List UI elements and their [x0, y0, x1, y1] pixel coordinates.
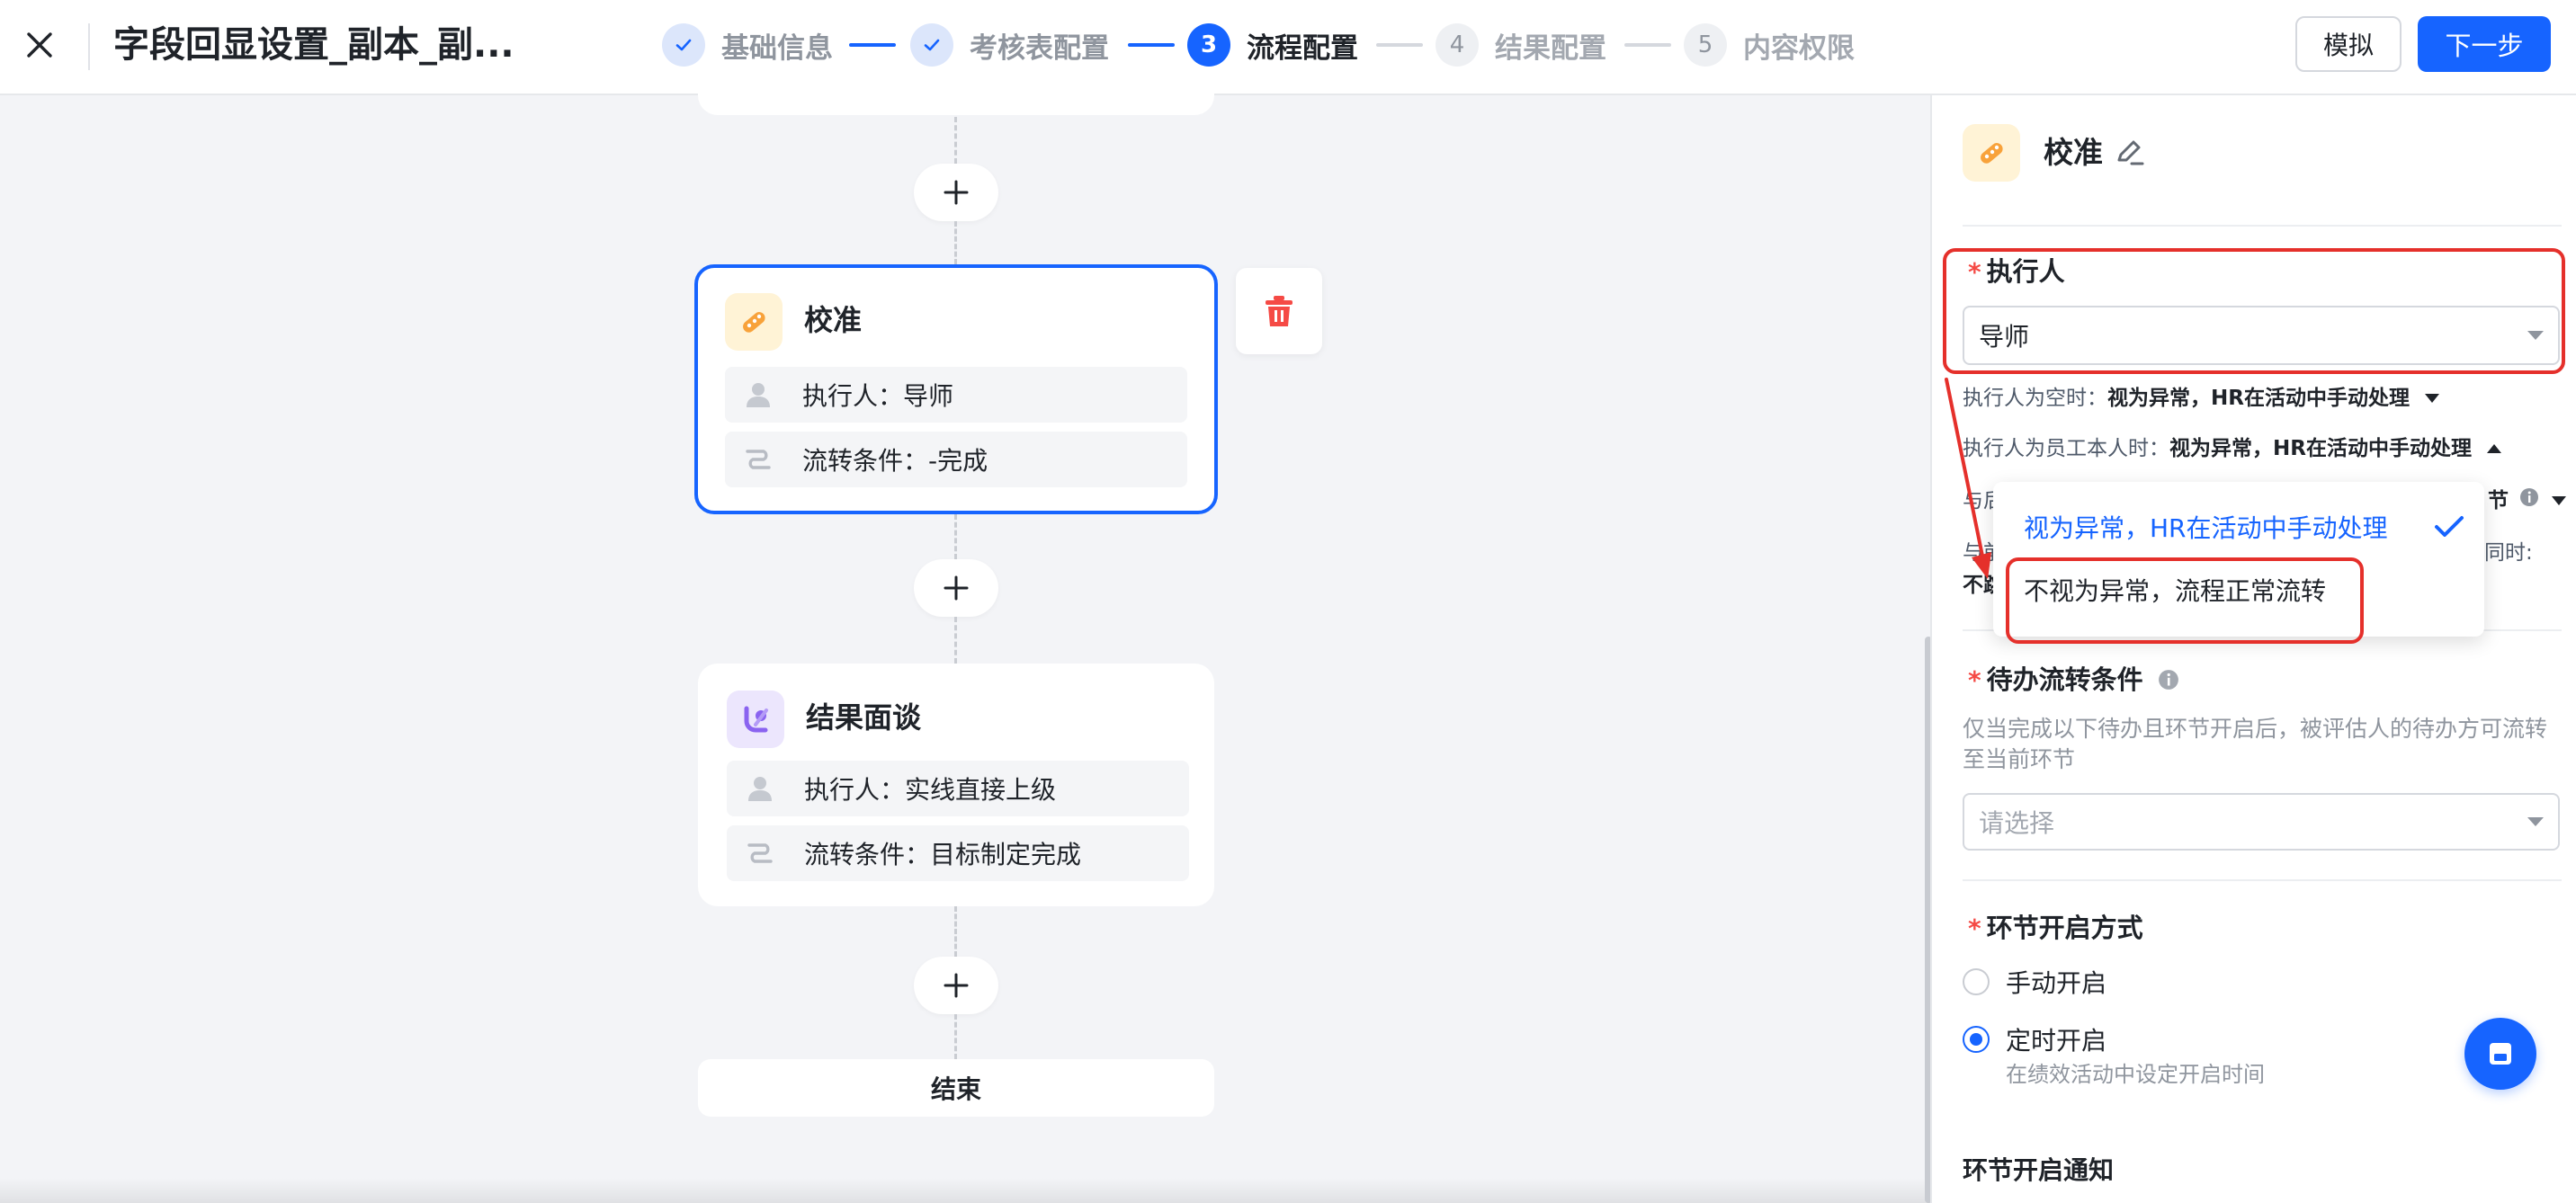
- close-button[interactable]: [20, 22, 59, 68]
- step-number: 3: [1187, 23, 1230, 67]
- node-condition-row: 流转条件：-完成: [725, 432, 1187, 487]
- check-icon: [910, 23, 953, 67]
- step-label: 考核表配置: [970, 31, 1109, 65]
- caret-down-icon: [2425, 394, 2440, 403]
- header-divider: [88, 23, 90, 70]
- step-connector: [1376, 43, 1423, 47]
- step-scoresheet-config[interactable]: 考核表配置: [910, 20, 1109, 70]
- plus-icon: [944, 973, 969, 998]
- flow-condition-icon: [743, 444, 774, 475]
- flow-line: [954, 906, 957, 957]
- step-number: 4: [1436, 23, 1479, 67]
- self-executor-setting[interactable]: 执行人为员工本人时：视为异常，HR在活动中手动处理: [1963, 433, 2503, 464]
- step-label: 内容权限: [1743, 31, 1855, 65]
- step-connector: [849, 43, 896, 47]
- self-executor-value: 视为异常，HR在活动中手动处理: [2169, 437, 2472, 460]
- node-condition-text: 流转条件：目标制定完成: [804, 840, 1082, 869]
- step-basic-info[interactable]: 基础信息: [662, 20, 833, 70]
- info-icon: [2520, 488, 2539, 506]
- node-condition-text: 流转条件：-完成: [802, 446, 988, 476]
- add-node-button[interactable]: [914, 164, 998, 221]
- next-step-button[interactable]: 下一步: [2418, 16, 2551, 72]
- node-executor-row: 执行人：导师: [725, 367, 1187, 423]
- flow-node-result-interview[interactable]: 结果面谈 执行人：实线直接上级 流转条件：目标制定完成: [698, 664, 1214, 906]
- trash-icon: [1266, 296, 1292, 326]
- plus-icon: [944, 180, 969, 205]
- radio-scheduled-open[interactable]: 定时开启: [1963, 1021, 2322, 1057]
- node-title: 校准: [804, 303, 863, 337]
- flow-condition-icon: [745, 838, 775, 869]
- pending-condition-select[interactable]: 请选择: [1963, 793, 2560, 851]
- empty-executor-setting[interactable]: 执行人为空时：视为异常，HR在活动中手动处理: [1963, 383, 2441, 414]
- option-label: 视为异常，HR在活动中手动处理: [2024, 513, 2388, 543]
- annotation-highlight-executor: [1943, 248, 2565, 374]
- open-notify-label: 环节开启通知: [1963, 1155, 2115, 1185]
- node-executor-text: 执行人：导师: [802, 381, 954, 411]
- node-executor-row: 执行人：实线直接上级: [727, 761, 1189, 816]
- radio-label: 手动开启: [2006, 968, 2107, 998]
- radio-manual-open[interactable]: 手动开启: [1963, 964, 2322, 1000]
- chevron-down-icon: [2527, 817, 2544, 826]
- info-icon: [2158, 670, 2178, 690]
- step-process-config[interactable]: 3 流程配置: [1187, 20, 1358, 70]
- add-node-button[interactable]: [914, 559, 998, 617]
- end-node: 结束: [698, 1059, 1214, 1117]
- flow-line: [954, 1014, 957, 1059]
- open-mode-label: * 环节开启方式: [1968, 913, 2143, 943]
- panel-node-title: 校准: [2044, 135, 2103, 170]
- step-content-permission[interactable]: 5 内容权限: [1684, 20, 1855, 70]
- top-header: 字段回显设置_副本_副... 基础信息 考核表配置 3 流程配置 4 结果配置 …: [0, 0, 2576, 95]
- check-icon: [2435, 516, 2464, 537]
- calibration-icon: [1963, 124, 2020, 182]
- delete-node-button[interactable]: [1236, 268, 1322, 354]
- panel-divider: [1963, 879, 2562, 881]
- page-title: 字段回显设置_副本_副...: [113, 24, 514, 66]
- person-icon: [745, 773, 775, 804]
- annotation-arrow: [1945, 378, 1991, 579]
- flow-line: [954, 514, 957, 559]
- flow-node-calibration[interactable]: 校准 执行人：导师 流转条件：-完成: [694, 264, 1218, 514]
- radio-button[interactable]: [1963, 968, 1990, 995]
- node-title: 结果面谈: [806, 700, 922, 735]
- check-icon: [662, 23, 705, 67]
- radio-button[interactable]: [1963, 1026, 1990, 1053]
- step-number: 5: [1684, 23, 1727, 67]
- caret-down-icon: [2552, 496, 2567, 505]
- add-node-button[interactable]: [914, 957, 998, 1014]
- pending-condition-description: 仅当完成以下待办且环节开启后，被评估人的待办方可流转至当前环节: [1963, 716, 2548, 772]
- simulate-button[interactable]: 模拟: [2295, 16, 2402, 72]
- caret-up-icon: [2487, 444, 2502, 453]
- flow-line: [954, 617, 957, 664]
- save-icon: [2490, 1043, 2511, 1065]
- step-connector: [1128, 43, 1175, 47]
- step-connector: [1624, 43, 1671, 47]
- pending-condition-label: * 待办流转条件: [1968, 662, 2179, 699]
- interview-icon: [727, 691, 784, 748]
- flow-line: [954, 221, 957, 264]
- edit-icon: [2117, 140, 2144, 165]
- hidden-setting-value[interactable]: 节: [2488, 486, 2568, 516]
- empty-executor-value: 视为异常，HR在活动中手动处理: [2107, 387, 2410, 410]
- calibration-icon: [725, 293, 783, 351]
- floating-save-button[interactable]: [2464, 1018, 2536, 1090]
- node-executor-text: 执行人：实线直接上级: [804, 775, 1057, 805]
- step-label: 流程配置: [1247, 31, 1358, 65]
- plus-icon: [944, 575, 969, 601]
- flow-line: [954, 117, 957, 164]
- step-label: 基础信息: [721, 31, 833, 65]
- previous-node-card[interactable]: [698, 94, 1214, 115]
- edit-title-button[interactable]: [2114, 137, 2146, 169]
- node-condition-row: 流转条件：目标制定完成: [727, 825, 1189, 881]
- person-icon: [743, 379, 774, 410]
- dropdown-option[interactable]: 视为异常，HR在活动中手动处理: [1993, 498, 2484, 556]
- hidden-setting-label: 同时:: [2484, 541, 2533, 565]
- radio-label: 定时开启: [2006, 1026, 2107, 1056]
- pending-select-placeholder: 请选择: [1979, 808, 2055, 838]
- step-result-config[interactable]: 4 结果配置: [1436, 20, 1606, 70]
- annotation-highlight-option: [2006, 557, 2364, 644]
- close-icon: [27, 32, 52, 58]
- panel-divider: [1963, 225, 2562, 227]
- step-label: 结果配置: [1495, 31, 1606, 65]
- scheduled-open-hint: 在绩效活动中设定开启时间: [2006, 1062, 2265, 1087]
